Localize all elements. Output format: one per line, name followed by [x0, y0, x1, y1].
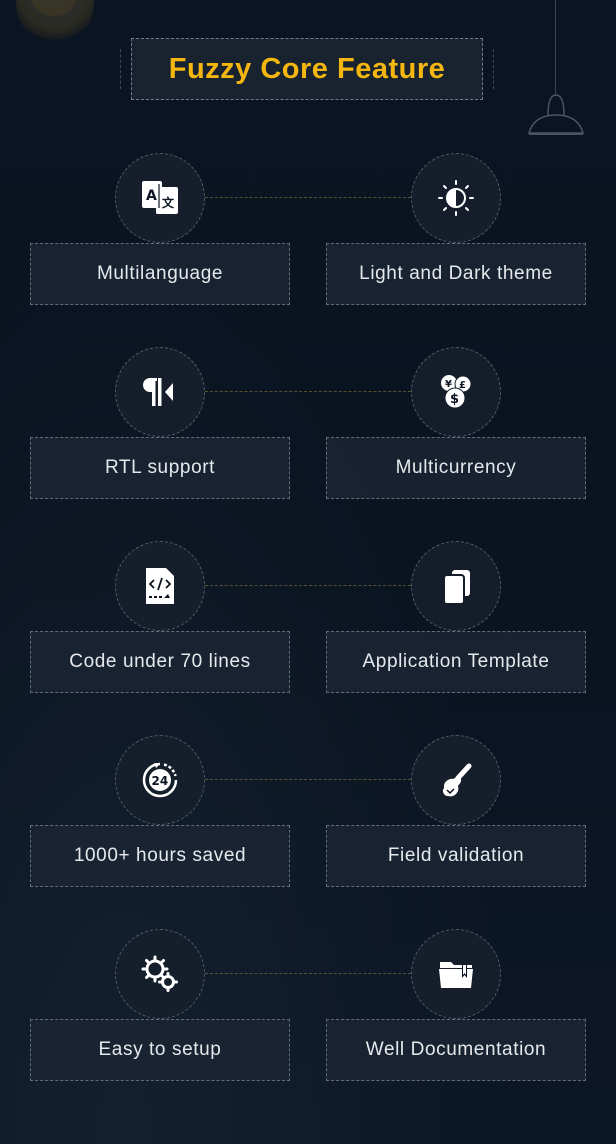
svg-text:¥: ¥ [445, 379, 452, 390]
icon-circle: A 文 [115, 153, 205, 243]
feature-row: Code under 70 lines Application Template [0, 541, 616, 701]
lamp-icon [528, 94, 584, 135]
feature-label: Code under 70 lines [30, 631, 290, 693]
decorative-sun [16, 0, 94, 45]
feature-label: Light and Dark theme [326, 243, 586, 305]
svg-text:文: 文 [162, 195, 175, 210]
title-box: Fuzzy Core Feature [120, 38, 494, 100]
feature-label: Multilanguage [30, 243, 290, 305]
icon-circle [115, 929, 205, 1019]
svg-text:£: £ [459, 380, 466, 391]
feature-label: Easy to setup [30, 1019, 290, 1081]
connector-line [205, 585, 411, 586]
icon-circle: ¥ £ $ [411, 347, 501, 437]
feature-row: A 文 Multilanguage Light and Dark theme [0, 153, 616, 313]
feature-row: 24 1000+ hours saved Field validation [0, 735, 616, 895]
connector-line [205, 973, 411, 974]
feature-row: Easy to setup Well Documentation [0, 929, 616, 1089]
feature-row: ¥ £ $ RTL support Multicurrency [0, 347, 616, 507]
rtl-paragraph-icon [143, 378, 173, 406]
gears-icon [141, 955, 178, 992]
currency-coins-icon: ¥ £ $ [441, 375, 472, 409]
svg-text:24: 24 [152, 774, 169, 788]
connector-line [205, 391, 411, 392]
icon-circle [411, 153, 501, 243]
connector-line [205, 779, 411, 780]
clock-24-icon: 24 [142, 762, 178, 798]
page-title: Fuzzy Core Feature [168, 52, 446, 85]
lamp-cord [555, 0, 556, 95]
code-file-icon [146, 568, 174, 604]
folder-bookmark-icon [439, 962, 473, 988]
contrast-icon [438, 180, 474, 216]
icon-circle [411, 929, 501, 1019]
title-deco-right [493, 49, 494, 89]
copy-pages-icon [443, 570, 470, 605]
svg-text:$: $ [450, 392, 459, 407]
translate-icon: A 文 [142, 181, 178, 214]
feature-label: Application Template [326, 631, 586, 693]
icon-circle: 24 [115, 735, 205, 825]
feature-label: Multicurrency [326, 437, 586, 499]
icon-circle [411, 735, 501, 825]
feature-label: Field validation [326, 825, 586, 887]
icon-circle [115, 541, 205, 631]
title-deco-left [120, 49, 121, 89]
icon-circle [115, 347, 205, 437]
connector-line [205, 197, 411, 198]
icon-circle [411, 541, 501, 631]
feature-label: RTL support [30, 437, 290, 499]
feature-label: Well Documentation [326, 1019, 586, 1081]
feature-label: 1000+ hours saved [30, 825, 290, 887]
svg-text:A: A [146, 188, 157, 204]
stamp-icon [443, 763, 472, 797]
